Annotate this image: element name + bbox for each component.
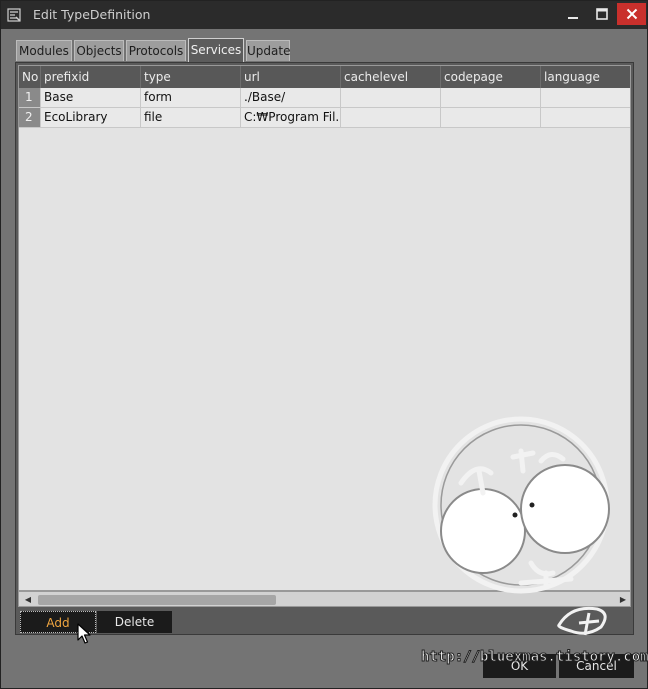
- type-definition-icon: [7, 8, 21, 22]
- table-row[interactable]: 1 Base form ./Base/: [19, 88, 630, 108]
- cell-language[interactable]: [541, 88, 630, 108]
- cell-codepage[interactable]: [441, 108, 541, 128]
- tab-protocols[interactable]: Protocols: [126, 40, 186, 61]
- cell-prefixid[interactable]: Base: [41, 88, 141, 108]
- cell-cachelevel[interactable]: [341, 88, 441, 108]
- cell-language[interactable]: [541, 108, 630, 128]
- cell-prefixid[interactable]: EcoLibrary: [41, 108, 141, 128]
- edit-typedefinition-window: Edit TypeDefinition Modules Objects Prot…: [0, 0, 648, 689]
- cell-type[interactable]: form: [141, 88, 241, 108]
- grid-header: No prefixid type url cachelevel codepage…: [19, 66, 630, 88]
- column-header-prefixid[interactable]: prefixid: [41, 66, 141, 88]
- services-grid[interactable]: No prefixid type url cachelevel codepage…: [18, 65, 631, 591]
- window-title: Edit TypeDefinition: [33, 7, 151, 22]
- minimize-button[interactable]: [559, 3, 587, 25]
- scroll-left-icon[interactable]: ◀: [22, 594, 34, 606]
- tab-modules[interactable]: Modules: [16, 40, 72, 61]
- close-icon: [626, 8, 637, 20]
- maximize-button[interactable]: [588, 3, 616, 25]
- cell-cachelevel[interactable]: [341, 108, 441, 128]
- tab-update[interactable]: Update: [246, 40, 290, 61]
- column-header-cachelevel[interactable]: cachelevel: [341, 66, 441, 88]
- scrollbar-thumb[interactable]: [38, 595, 276, 605]
- cell-type[interactable]: file: [141, 108, 241, 128]
- column-header-language[interactable]: language: [541, 66, 630, 88]
- column-header-type[interactable]: type: [141, 66, 241, 88]
- delete-button[interactable]: Delete: [97, 611, 172, 633]
- close-button[interactable]: [617, 3, 646, 25]
- cell-url[interactable]: ./Base/: [241, 88, 341, 108]
- tab-objects[interactable]: Objects: [74, 40, 124, 61]
- mouse-cursor-icon: [77, 623, 91, 644]
- minimize-icon: [568, 17, 578, 19]
- cell-codepage[interactable]: [441, 88, 541, 108]
- row-number[interactable]: 1: [19, 88, 41, 108]
- scroll-right-icon[interactable]: ▶: [617, 594, 629, 606]
- cell-url[interactable]: C:₩Program Fil...: [241, 108, 341, 128]
- horizontal-scrollbar[interactable]: ◀ ▶: [18, 591, 631, 607]
- column-header-url[interactable]: url: [241, 66, 341, 88]
- column-header-no[interactable]: No: [19, 66, 41, 88]
- table-row[interactable]: 2 EcoLibrary file C:₩Program Fil...: [19, 108, 630, 128]
- title-bar[interactable]: Edit TypeDefinition: [1, 1, 647, 29]
- column-header-codepage[interactable]: codepage: [441, 66, 541, 88]
- row-number[interactable]: 2: [19, 108, 41, 128]
- services-panel: No prefixid type url cachelevel codepage…: [15, 62, 634, 635]
- tab-services[interactable]: Services: [188, 38, 244, 62]
- maximize-icon: [596, 8, 608, 20]
- watermark-url: http://bluexmas.tistory.com/: [420, 649, 648, 666]
